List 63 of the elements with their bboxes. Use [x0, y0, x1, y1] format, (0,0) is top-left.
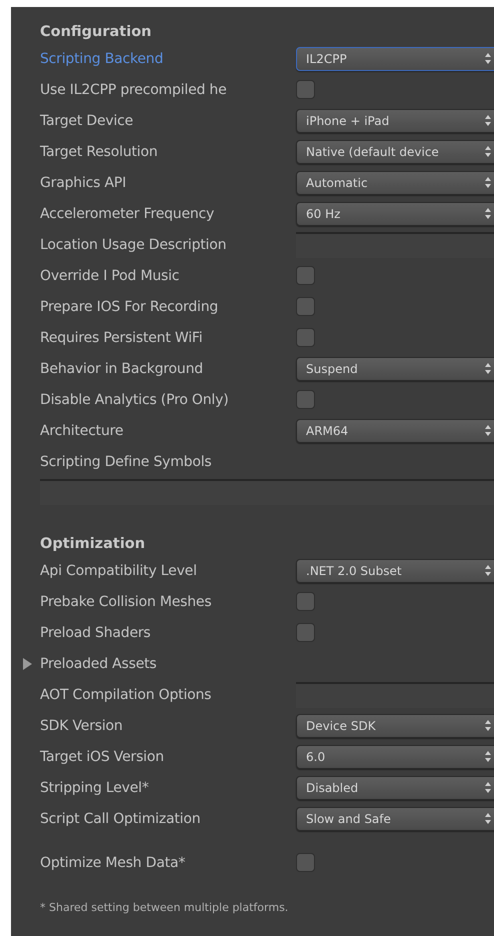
setting-label: Preload Shaders [40, 624, 151, 640]
dropdown[interactable]: 60 Hz [296, 202, 494, 226]
setting-label: Use IL2CPP precompiled he [40, 82, 227, 98]
setting-label: Api Compatibility Level [40, 562, 197, 578]
text-field[interactable] [296, 682, 494, 708]
setting-label: Accelerometer Frequency [40, 206, 214, 222]
checkbox[interactable] [296, 592, 315, 611]
section-heading: Optimization [40, 535, 146, 554]
collapsed-arrow-icon[interactable] [22, 658, 33, 670]
updown-icon [485, 177, 491, 188]
setting-label: SDK Version [40, 718, 123, 734]
setting-label: Target Resolution [40, 144, 158, 160]
setting-label: Prepare IOS For Recording [40, 298, 218, 314]
dropdown[interactable]: Disabled [296, 776, 494, 800]
setting-label: Behavior in Background [40, 360, 203, 376]
updown-icon [485, 813, 491, 824]
setting-label: AOT Compilation Options [40, 686, 212, 702]
setting-label: Preloaded Assets [40, 656, 156, 672]
checkbox[interactable] [296, 853, 315, 872]
setting-label: Stripping Level* [40, 780, 149, 796]
updown-icon [485, 720, 491, 731]
dropdown[interactable]: iPhone + iPad [296, 108, 494, 132]
updown-icon [485, 565, 491, 576]
dropdown[interactable]: IL2CPP [296, 46, 494, 70]
checkbox[interactable] [296, 80, 315, 99]
setting-label: Graphics API [40, 174, 126, 190]
dropdown[interactable]: ARM64 [296, 418, 494, 442]
setting-label: Prebake Collision Meshes [40, 594, 212, 610]
updown-icon [485, 208, 491, 219]
updown-icon [485, 146, 491, 157]
dropdown[interactable]: Device SDK [296, 714, 494, 738]
setting-label: Disable Analytics (Pro Only) [40, 392, 228, 408]
setting-label: Optimize Mesh Data* [40, 854, 186, 870]
checkbox[interactable] [296, 328, 315, 347]
setting-label: Requires Persistent WiFi [40, 330, 202, 346]
updown-icon [485, 53, 491, 64]
text-field[interactable] [296, 232, 494, 258]
setting-label: Scripting Backend [40, 50, 164, 66]
setting-label: Override I Pod Music [40, 268, 180, 284]
dropdown[interactable]: .NET 2.0 Subset [296, 558, 494, 582]
checkbox[interactable] [296, 623, 315, 642]
checkbox[interactable] [296, 297, 315, 316]
checkbox[interactable] [296, 266, 315, 285]
dropdown[interactable]: 6.0 [296, 744, 494, 768]
setting-label: Location Usage Description [40, 236, 226, 252]
setting-label: Target iOS Version [40, 748, 164, 764]
text-field[interactable] [40, 479, 494, 505]
setting-label: Scripting Define Symbols [40, 454, 212, 470]
updown-icon [485, 782, 491, 793]
footnote: * Shared setting between multiple platforms. [40, 900, 288, 916]
dropdown[interactable]: Native (default device [296, 140, 494, 164]
dropdown[interactable]: Slow and Safe [296, 806, 494, 830]
checkbox[interactable] [296, 390, 315, 409]
updown-icon [485, 751, 491, 762]
updown-icon [485, 425, 491, 436]
setting-label: Architecture [40, 422, 124, 438]
setting-label: Script Call Optimization [40, 810, 200, 826]
dropdown[interactable]: Automatic [296, 170, 494, 194]
dropdown[interactable]: Suspend [296, 356, 494, 380]
setting-label: Target Device [40, 112, 134, 128]
section-heading: Configuration [40, 23, 152, 42]
updown-icon [485, 363, 491, 374]
updown-icon [485, 115, 491, 126]
